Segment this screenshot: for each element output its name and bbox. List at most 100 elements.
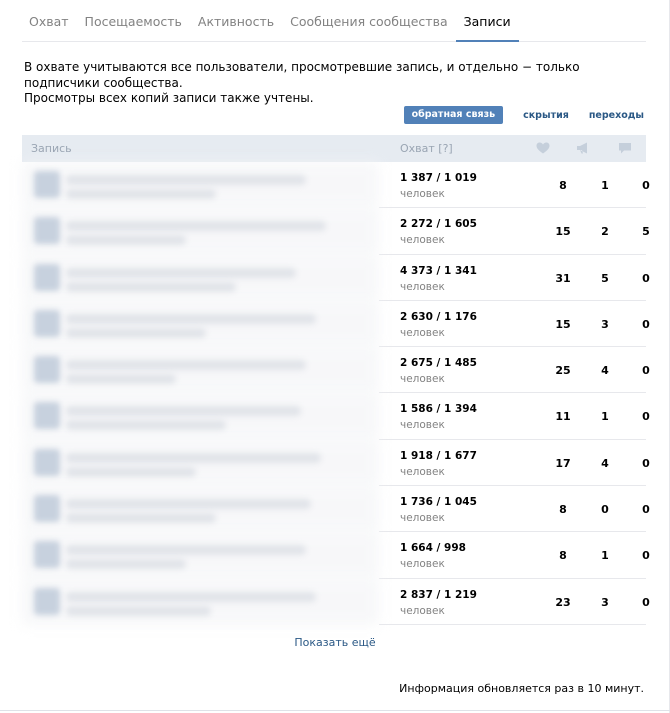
table-row[interactable]: 1 387 / 1 019 человек 8 1 0 [22,162,650,209]
table-row[interactable]: 1 586 / 1 394 человек 11 1 0 [22,393,650,440]
update-info-text: Информация обновляется раз в 10 минут. [399,682,644,695]
table-row[interactable]: 2 272 / 1 605 человек 15 2 5 [22,208,650,255]
table-row[interactable]: 2 837 / 1 219 человек 23 3 0 [22,578,650,625]
post-thumbnail [34,309,60,337]
reposts-count: 1 [601,549,609,563]
stats-tabs: Охват Посещаемость Активность Сообщения … [22,0,646,42]
table-row[interactable]: 1 918 / 1 677 человек 17 4 0 [22,439,650,487]
table-row[interactable]: 1 664 / 998 человек 8 1 0 [22,532,650,579]
post-preview[interactable] [22,162,379,209]
post-text-line [66,591,316,602]
post-preview[interactable] [22,300,379,348]
post-preview[interactable] [22,393,379,440]
reach-unit: человек [400,604,445,617]
table-body: 1 387 / 1 019 человек 8 1 0 2 272 / 1 605 чело… [22,162,650,625]
posts-table: Запись Охват [?] 1 387 / 1 019 человек 8 1 0… [22,135,650,625]
likes-count: 8 [559,549,567,563]
reach-unit: человек [400,280,445,293]
reach-cell: 2 272 / 1 605 человек 15 2 5 [379,208,650,255]
reach-value: 1 664 / 998 [400,542,466,555]
table-row[interactable]: 2 630 / 1 176 человек 15 3 0 [22,300,650,348]
post-preview[interactable] [22,578,379,625]
post-preview[interactable] [22,208,379,255]
bottom-divider [0,710,670,711]
reposts-count: 4 [601,456,609,470]
reach-unit: человек [400,558,445,571]
reach-value: 2 675 / 1 485 [400,357,477,370]
post-text-line [66,406,301,417]
reposts-count: 1 [601,410,609,424]
comments-count: 0 [642,595,650,609]
table-header: Запись Охват [?] [22,135,646,162]
tab-posts[interactable]: Записи [455,0,519,42]
reach-value: 2 630 / 1 176 [400,310,477,323]
reach-unit: человек [400,326,445,339]
post-preview-blur [22,532,379,579]
reach-cell: 1 387 / 1 019 человек 8 1 0 [379,162,650,209]
header-reach[interactable]: Охват [?] [400,142,453,155]
post-preview-blur [22,486,379,533]
header-post: Запись [31,142,72,155]
reposts-count: 3 [601,317,609,331]
reach-cell: 1 918 / 1 677 человек 17 4 0 [379,440,650,487]
reach-value: 1 586 / 1 394 [400,403,477,416]
reach-value: 4 373 / 1 341 [400,264,477,277]
post-preview-blur [22,162,379,209]
likes-count: 25 [555,364,571,378]
table-row[interactable]: 1 736 / 1 045 человек 8 0 0 [22,486,650,533]
likes-count: 8 [559,179,567,192]
post-preview[interactable] [22,532,379,579]
post-preview-blur [22,208,379,255]
post-thumbnail [34,217,60,245]
reach-value: 1 918 / 1 677 [400,449,477,462]
post-text-line [66,235,186,246]
tab-reach[interactable]: Охват [22,0,77,42]
post-text-line [66,420,226,431]
table-row[interactable]: 4 373 / 1 341 человек 31 5 0 [22,254,650,301]
table-row[interactable]: 2 675 / 1 485 человек 25 4 0 [22,347,650,394]
post-text-line [66,221,326,232]
comments-count: 0 [642,271,650,285]
post-text-line [66,374,176,385]
post-thumbnail [34,495,60,523]
post-preview[interactable] [22,347,379,394]
tab-community-messages[interactable]: Сообщения сообщества [282,0,456,42]
post-text-line [66,513,216,524]
post-preview[interactable] [22,254,379,301]
filter-feedback-button[interactable]: обратная связь [403,106,504,124]
reach-unit: человек [400,512,445,525]
post-text-line [66,545,306,556]
comment-icon [619,143,631,154]
post-text-line [66,327,206,338]
post-preview[interactable] [22,439,379,487]
post-preview-blur [22,578,379,625]
comments-count: 0 [642,410,650,424]
filter-clicks-button[interactable]: переходы [589,110,644,121]
reposts-count: 2 [601,225,609,239]
heart-icon [536,142,550,154]
post-preview[interactable] [22,486,379,533]
reach-value: 1 387 / 1 019 [400,172,477,184]
reach-value: 2 272 / 1 605 [400,218,477,231]
reach-cell: 2 675 / 1 485 человек 25 4 0 [379,347,650,394]
likes-count: 15 [555,225,571,239]
post-thumbnail [34,356,60,384]
tab-attendance[interactable]: Посещаемость [77,0,190,42]
likes-count: 23 [555,595,571,609]
filter-hides-button[interactable]: скрытия [523,110,569,121]
likes-count: 31 [555,271,571,285]
post-thumbnail [34,263,60,291]
comments-count: 0 [642,317,650,331]
post-text-line [66,281,236,292]
tab-activity[interactable]: Активность [190,0,282,42]
megaphone-icon [577,142,587,154]
post-preview-blur [22,300,379,348]
show-more-link[interactable]: Показать ещё [0,636,670,649]
post-preview-blur [22,439,379,487]
likes-count: 8 [559,503,567,517]
comments-count: 0 [642,503,650,517]
post-preview-blur [22,254,379,301]
post-text-line [66,267,296,278]
reposts-count: 5 [601,271,609,285]
reach-unit: человек [400,419,445,432]
